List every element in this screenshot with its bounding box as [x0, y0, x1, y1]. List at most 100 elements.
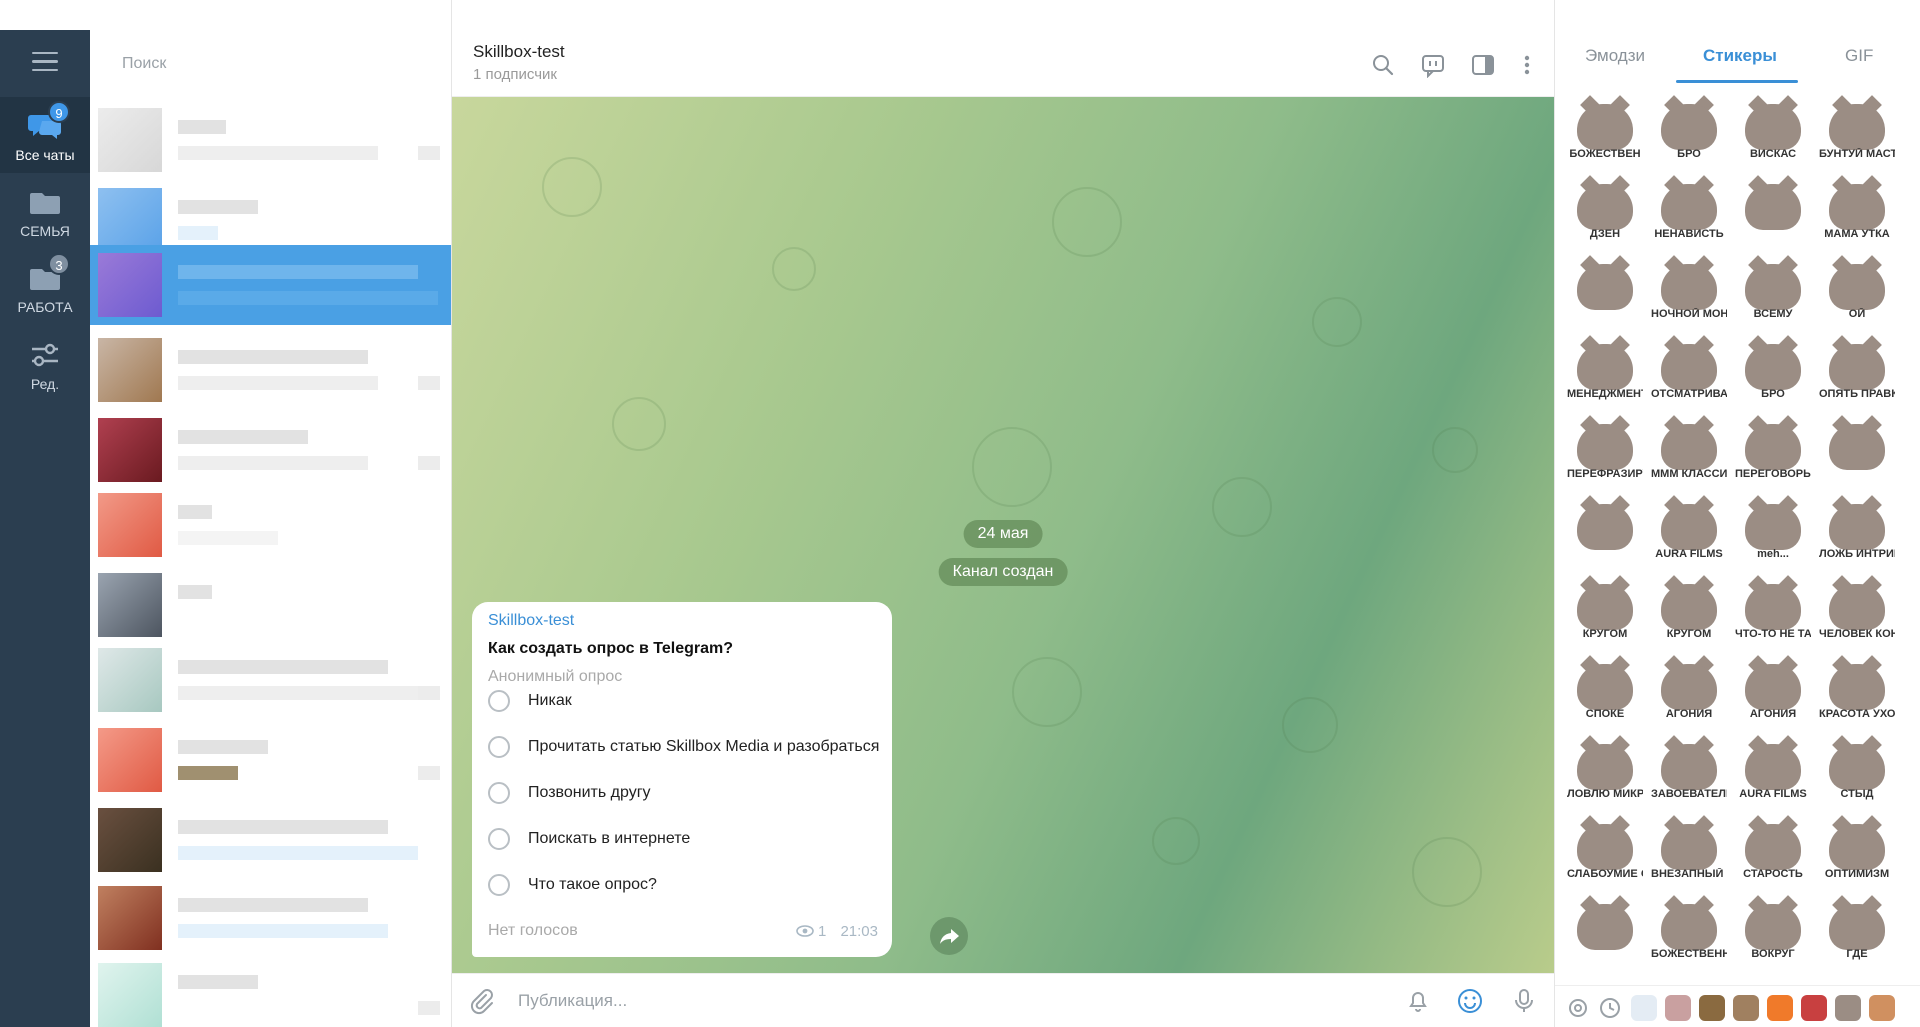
- microphone-icon[interactable]: [1510, 987, 1538, 1015]
- chat-row-selected[interactable]: [90, 245, 451, 325]
- sticker[interactable]: СПОКЕ: [1567, 652, 1643, 728]
- sticker[interactable]: ВНЕЗАПНЫЙ ПОВОРОТ: [1651, 812, 1727, 888]
- sticker[interactable]: ЗАВОЕВАТЕЛЬ: [1651, 732, 1727, 808]
- share-icon[interactable]: [930, 917, 968, 955]
- sticker-set-thumbnail[interactable]: [1699, 995, 1725, 1021]
- sticker[interactable]: ЧТО-ТО НЕ ТАК: [1735, 572, 1811, 648]
- sticker[interactable]: ПЕРЕФРАЗИРУЙ: [1567, 412, 1643, 488]
- recent-icon[interactable]: [1597, 995, 1623, 1021]
- chat-row[interactable]: [90, 955, 451, 1027]
- radio-button[interactable]: [488, 828, 510, 850]
- sticker[interactable]: AURA FILMS: [1735, 732, 1811, 808]
- folder-edit[interactable]: Ред.: [0, 326, 90, 402]
- chat-row[interactable]: [90, 720, 451, 800]
- attach-icon[interactable]: [468, 987, 496, 1015]
- poll-option[interactable]: Поискать в интернете: [486, 824, 886, 854]
- sticker-set-thumbnail[interactable]: [1733, 995, 1759, 1021]
- sticker[interactable]: ОЙ: [1819, 252, 1895, 328]
- chat-row[interactable]: [90, 565, 451, 645]
- avatar: [98, 963, 162, 1027]
- sticker[interactable]: НОЧНОЙ МОНТАЖ: [1651, 252, 1727, 328]
- sticker[interactable]: ЛОЖЬ ИНТРИГА ПОДЛОГ: [1819, 492, 1895, 568]
- sticker[interactable]: БРО: [1651, 92, 1727, 168]
- sticker[interactable]: ВСЕМУ: [1735, 252, 1811, 328]
- sticker[interactable]: AURA FILMS: [1651, 492, 1727, 568]
- sticker[interactable]: ЧЕЛОВЕК КОНСЕРВ: [1819, 572, 1895, 648]
- radio-button[interactable]: [488, 782, 510, 804]
- tab-gif[interactable]: GIF: [1845, 46, 1873, 66]
- sticker[interactable]: ВОКРУГ: [1735, 892, 1811, 968]
- sticker-set-thumbnail[interactable]: [1665, 995, 1691, 1021]
- sticker[interactable]: ОТСМАТРИВАЙ МАСТЕР: [1651, 332, 1727, 408]
- chat-row[interactable]: [90, 878, 451, 958]
- sticker[interactable]: [1819, 412, 1895, 488]
- sticker-set-thumbnail[interactable]: [1631, 995, 1657, 1021]
- sticker[interactable]: СЛАБОУМИЕ ОТВАГА: [1567, 812, 1643, 888]
- sticker[interactable]: ОПТИМИЗМ: [1819, 812, 1895, 888]
- sticker[interactable]: КРУГОМ: [1567, 572, 1643, 648]
- more-vertical-icon[interactable]: [1514, 52, 1540, 78]
- sticker[interactable]: БРО: [1735, 332, 1811, 408]
- sticker[interactable]: МММ КЛАССИКА: [1651, 412, 1727, 488]
- sticker[interactable]: КРАСОТА УХОЖЕННОСТЬ: [1819, 652, 1895, 728]
- discussion-icon[interactable]: [1420, 52, 1446, 79]
- avatar: [98, 493, 162, 557]
- poll-option[interactable]: Что такое опрос?: [486, 870, 886, 900]
- chat-row[interactable]: [90, 800, 451, 880]
- sticker[interactable]: [1735, 172, 1811, 248]
- sticker[interactable]: [1567, 892, 1643, 968]
- sticker-set-thumbnail[interactable]: [1835, 995, 1861, 1021]
- sidebar-toggle-icon[interactable]: [1470, 52, 1496, 78]
- sticker[interactable]: МАМА УТКА: [1819, 172, 1895, 248]
- message-input[interactable]: Публикация...: [518, 991, 627, 1011]
- search-input[interactable]: Поиск: [90, 44, 451, 84]
- sticker[interactable]: ПЕРЕГОВОРЫ С ТЕРРОРИСТАМИ: [1735, 412, 1811, 488]
- sticker[interactable]: МЕНЕДЖМЕНТ: [1567, 332, 1643, 408]
- emoji-icon[interactable]: [1456, 987, 1484, 1015]
- sticker[interactable]: БУНТУЙ МАСТЕР НЕ СМОТРИ: [1819, 92, 1895, 168]
- tab-stickers[interactable]: Стикеры: [1703, 46, 1777, 66]
- sticker[interactable]: СТЫД: [1819, 732, 1895, 808]
- folder-work[interactable]: 3 РАБОТА: [0, 249, 90, 325]
- folder-all-chats[interactable]: 9 Все чаты: [0, 97, 90, 173]
- chat-row[interactable]: [90, 640, 451, 720]
- radio-button[interactable]: [488, 690, 510, 712]
- sticker-set-thumbnail[interactable]: [1767, 995, 1793, 1021]
- sticker[interactable]: НЕНАВИСТЬ: [1651, 172, 1727, 248]
- sticker-set-thumbnail[interactable]: [1801, 995, 1827, 1021]
- poll-option[interactable]: Прочитать статью Skillbox Media и разобр…: [486, 732, 886, 762]
- sticker[interactable]: ОПЯТЬ ПРАВКИ: [1819, 332, 1895, 408]
- sticker[interactable]: СТАРОСТЬ: [1735, 812, 1811, 888]
- sticker[interactable]: ЛОВЛЮ МИКРУХИ: [1567, 732, 1643, 808]
- sticker[interactable]: [1567, 492, 1643, 568]
- chat-title[interactable]: Skillbox-test: [473, 42, 565, 62]
- poll-option[interactable]: Никак: [486, 686, 886, 716]
- sticker[interactable]: [1567, 252, 1643, 328]
- bell-icon[interactable]: [1404, 987, 1432, 1015]
- radio-button[interactable]: [488, 736, 510, 758]
- sticker-caption: ПЕРЕГОВОРЫ С ТЕРРОРИСТАМИ: [1735, 468, 1811, 480]
- poll-option[interactable]: Позвонить другу: [486, 778, 886, 808]
- chat-row[interactable]: [90, 485, 451, 565]
- sticker[interactable]: БОЖЕСТВЕН: [1567, 92, 1643, 168]
- sticker[interactable]: АГОНИЯ: [1735, 652, 1811, 728]
- sticker[interactable]: ГДЕ: [1819, 892, 1895, 968]
- radio-button[interactable]: [488, 874, 510, 896]
- sticker-set-thumbnail[interactable]: [1869, 995, 1895, 1021]
- sticker[interactable]: meh...: [1735, 492, 1811, 568]
- chat-row[interactable]: [90, 100, 451, 180]
- chat-title-blurred: [178, 975, 258, 989]
- sticker[interactable]: КРУГОМ: [1651, 572, 1727, 648]
- menu-icon[interactable]: [32, 52, 58, 72]
- sticker[interactable]: ВИСКАС: [1735, 92, 1811, 168]
- chat-row[interactable]: [90, 410, 451, 490]
- sticker[interactable]: ДЗЕН: [1567, 172, 1643, 248]
- settings-icon[interactable]: [1565, 995, 1591, 1021]
- tab-emoji[interactable]: Эмодзи: [1585, 46, 1645, 66]
- folder-family[interactable]: СЕМЬЯ: [0, 173, 90, 249]
- sticker[interactable]: АГОНИЯ: [1651, 652, 1727, 728]
- sticker[interactable]: БОЖЕСТВЕННО: [1651, 892, 1727, 968]
- chat-row[interactable]: [90, 330, 451, 410]
- poll-author[interactable]: Skillbox-test: [488, 612, 574, 630]
- search-icon[interactable]: [1370, 52, 1396, 78]
